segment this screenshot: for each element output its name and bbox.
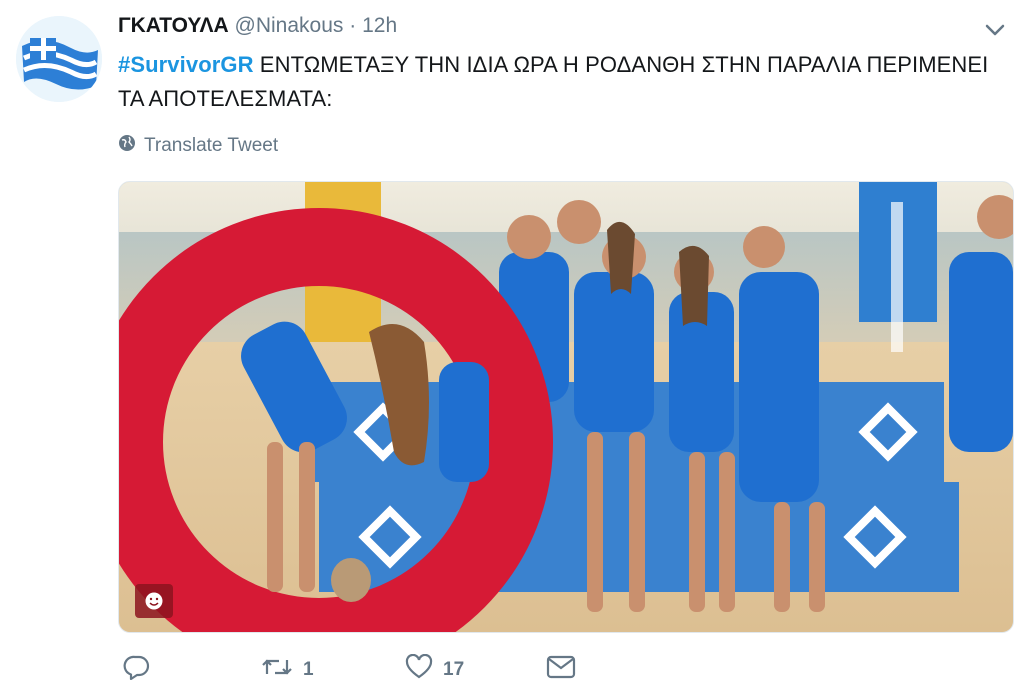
media-image bbox=[119, 182, 1013, 632]
like-button[interactable]: 17 bbox=[405, 653, 465, 686]
author-display-name[interactable]: ΓΚΑΤΟΥΛΑ bbox=[118, 14, 229, 37]
avatar[interactable] bbox=[16, 16, 102, 102]
smiley-icon[interactable] bbox=[135, 584, 173, 618]
globe-icon bbox=[118, 134, 136, 158]
tweet-text: #SurvivorGR ΕΝΤΩΜΕΤΑΞΥ ΤΗΝ ΙΔΙΑ ΩΡΑ Η ΡΟ… bbox=[118, 48, 998, 116]
tweet-timestamp[interactable]: 12h bbox=[362, 14, 397, 37]
heart-icon bbox=[405, 653, 433, 686]
like-count: 17 bbox=[443, 659, 465, 680]
hashtag-link[interactable]: #SurvivorGR bbox=[118, 52, 254, 77]
greek-flag-avatar bbox=[16, 16, 102, 102]
translate-tweet-link[interactable]: Translate Tweet bbox=[118, 134, 278, 158]
separator: · bbox=[349, 14, 357, 37]
reply-icon bbox=[123, 654, 151, 686]
translate-label: Translate Tweet bbox=[144, 135, 279, 156]
retweet-icon bbox=[261, 654, 293, 686]
reply-button[interactable] bbox=[123, 654, 161, 686]
direct-message-button[interactable] bbox=[546, 655, 576, 685]
retweet-button[interactable]: 1 bbox=[261, 654, 314, 686]
tweet-media[interactable] bbox=[118, 181, 1014, 633]
tweet: ΓΚΑΤΟΥΛΑ @Ninakous · 12h #SurvivorGR ΕΝΤ… bbox=[0, 0, 1024, 694]
envelope-icon bbox=[546, 655, 576, 685]
tweet-header: ΓΚΑΤΟΥΛΑ @Ninakous · 12h bbox=[118, 12, 397, 40]
author-handle[interactable]: @Ninakous bbox=[235, 14, 344, 37]
chevron-down-icon[interactable] bbox=[984, 22, 1006, 38]
retweet-count: 1 bbox=[303, 659, 314, 680]
